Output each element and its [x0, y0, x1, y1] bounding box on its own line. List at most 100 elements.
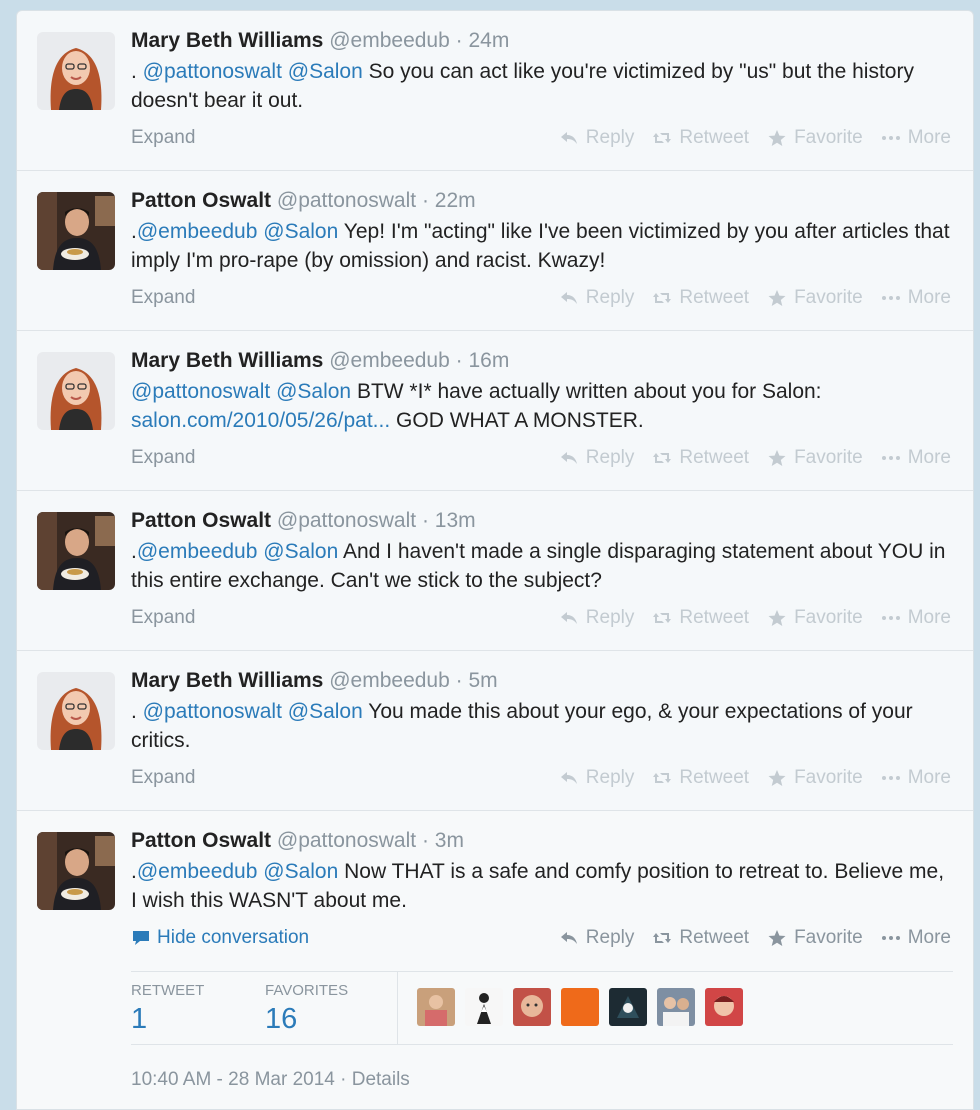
mention-link[interactable]: @embeedub: [137, 220, 258, 243]
tweet-content: Patton Oswalt @pattonoswalt · 22m .@embe…: [131, 188, 953, 275]
timestamp-relative[interactable]: · 13m: [422, 509, 476, 532]
tweet-actions: Reply Retweet Favorite More: [559, 127, 951, 149]
timestamp-relative[interactable]: · 22m: [422, 189, 476, 212]
more-action[interactable]: More: [881, 927, 951, 949]
favorite-label: Favorite: [794, 767, 863, 788]
reply-icon: [560, 132, 577, 144]
mention-link[interactable]: @embeedub: [137, 540, 258, 563]
star-icon: [768, 290, 786, 306]
username[interactable]: @embeedub: [329, 349, 450, 372]
tweet-3[interactable]: Mary Beth Williams @embeedub · 16m @patt…: [17, 331, 973, 491]
mention-link[interactable]: @Salon: [276, 380, 351, 403]
mention-link[interactable]: @pattonoswalt: [143, 60, 282, 83]
favoriter-5[interactable]: [609, 988, 647, 1026]
tweet-1[interactable]: Mary Beth Williams @embeedub · 24m . @pa…: [17, 11, 973, 171]
retweet-icon: [653, 773, 672, 783]
details-link[interactable]: · Details: [340, 1069, 410, 1090]
timestamp-relative[interactable]: · 16m: [456, 349, 510, 372]
username[interactable]: @pattonoswalt: [277, 829, 416, 852]
fullname[interactable]: Patton Oswalt: [131, 189, 271, 212]
avatar[interactable]: [37, 192, 115, 270]
fullname[interactable]: Patton Oswalt: [131, 509, 271, 532]
tweet-4[interactable]: Patton Oswalt @pattonoswalt · 13m .@embe…: [17, 491, 973, 651]
expand-link[interactable]: Expand: [131, 447, 195, 469]
favorite-action[interactable]: Favorite: [767, 767, 863, 789]
retweet-action[interactable]: Retweet: [652, 607, 749, 629]
favorite-action[interactable]: Favorite: [767, 927, 863, 949]
mention-link[interactable]: @Salon: [288, 60, 363, 83]
username[interactable]: @pattonoswalt: [277, 509, 416, 532]
favoriter-2[interactable]: [465, 988, 503, 1026]
fullname[interactable]: Patton Oswalt: [131, 829, 271, 852]
mention-link[interactable]: @embeedub: [137, 860, 258, 883]
timestamp-relative[interactable]: · 24m: [456, 29, 510, 52]
more-action[interactable]: More: [881, 287, 951, 309]
retweet-action[interactable]: Retweet: [652, 127, 749, 149]
reply-icon: [560, 932, 577, 944]
tweet-2[interactable]: Patton Oswalt @pattonoswalt · 22m .@embe…: [17, 171, 973, 331]
avatar[interactable]: [37, 32, 115, 110]
expand-link[interactable]: Expand: [131, 607, 195, 629]
mention-link[interactable]: @Salon: [263, 540, 338, 563]
reply-action[interactable]: Reply: [559, 927, 635, 949]
more-action[interactable]: More: [881, 447, 951, 469]
reply-action[interactable]: Reply: [559, 767, 634, 789]
username[interactable]: @embeedub: [329, 669, 450, 692]
favoriter-6[interactable]: [657, 988, 695, 1026]
expand-link[interactable]: Expand: [131, 127, 195, 149]
more-action[interactable]: More: [881, 607, 951, 629]
tweet-text: . @pattonoswalt @Salon So you can act li…: [131, 57, 953, 115]
avatar[interactable]: [37, 352, 115, 430]
username[interactable]: @pattonoswalt: [277, 189, 416, 212]
more-label: More: [907, 127, 951, 148]
speech-bubble-icon: [133, 931, 149, 945]
favoriter-1[interactable]: [417, 988, 455, 1026]
tweet-content: Mary Beth Williams @embeedub · 16m @patt…: [131, 348, 953, 435]
fullname[interactable]: Mary Beth Williams: [131, 669, 323, 692]
timestamp-relative[interactable]: · 3m: [422, 829, 464, 852]
favorite-action[interactable]: Favorite: [767, 607, 863, 629]
favorite-label: Favorite: [794, 607, 863, 628]
favoriter-4[interactable]: [561, 988, 599, 1026]
mention-link[interactable]: @Salon: [288, 700, 363, 723]
favoriter-3[interactable]: [513, 988, 551, 1026]
reply-action[interactable]: Reply: [559, 287, 634, 309]
fullname[interactable]: Mary Beth Williams: [131, 29, 323, 52]
retweet-action[interactable]: Retweet: [652, 767, 749, 789]
retweet-action[interactable]: Retweet: [652, 287, 749, 309]
tweet-6[interactable]: Patton Oswalt @pattonoswalt · 3m .@embee…: [17, 811, 973, 1109]
tweet-actions: Reply Retweet Favorite More: [559, 287, 951, 309]
more-action[interactable]: More: [881, 767, 951, 789]
favorite-action[interactable]: Favorite: [767, 127, 863, 149]
mention-link[interactable]: @pattonoswalt: [143, 700, 282, 723]
mention-link[interactable]: @Salon: [263, 860, 338, 883]
timestamp-absolute[interactable]: 10:40 AM - 28 Mar 2014: [131, 1069, 335, 1090]
avatar[interactable]: [37, 832, 115, 910]
expand-link[interactable]: Expand: [131, 767, 195, 789]
reply-action[interactable]: Reply: [559, 447, 634, 469]
expand-link[interactable]: Expand: [131, 287, 195, 309]
mention-link[interactable]: @pattonoswalt: [131, 380, 270, 403]
hide-conversation-link[interactable]: Hide conversation: [131, 927, 309, 949]
tweet-header: Patton Oswalt @pattonoswalt · 3m: [131, 828, 953, 854]
timestamp-relative[interactable]: · 5m: [456, 669, 498, 692]
username[interactable]: @embeedub: [329, 29, 450, 52]
favoriter-7[interactable]: [705, 988, 743, 1026]
reply-label: Reply: [585, 927, 635, 948]
reply-action[interactable]: Reply: [559, 127, 634, 149]
favorite-action[interactable]: Favorite: [767, 287, 863, 309]
reply-action[interactable]: Reply: [559, 607, 634, 629]
more-action[interactable]: More: [881, 127, 951, 149]
retweet-action[interactable]: Retweet: [652, 927, 749, 949]
fullname[interactable]: Mary Beth Williams: [131, 349, 323, 372]
favorite-action[interactable]: Favorite: [767, 447, 863, 469]
favorites-stat[interactable]: FAVORITES 16: [265, 982, 348, 1036]
url-link[interactable]: salon.com/2010/05/26/pat...: [131, 409, 390, 432]
tweet-header: Mary Beth Williams @embeedub · 5m: [131, 668, 953, 694]
tweet-5[interactable]: Mary Beth Williams @embeedub · 5m . @pat…: [17, 651, 973, 811]
avatar[interactable]: [37, 512, 115, 590]
retweet-stat[interactable]: RETWEET 1: [131, 982, 204, 1036]
avatar[interactable]: [37, 672, 115, 750]
mention-link[interactable]: @Salon: [263, 220, 338, 243]
retweet-action[interactable]: Retweet: [652, 447, 749, 469]
